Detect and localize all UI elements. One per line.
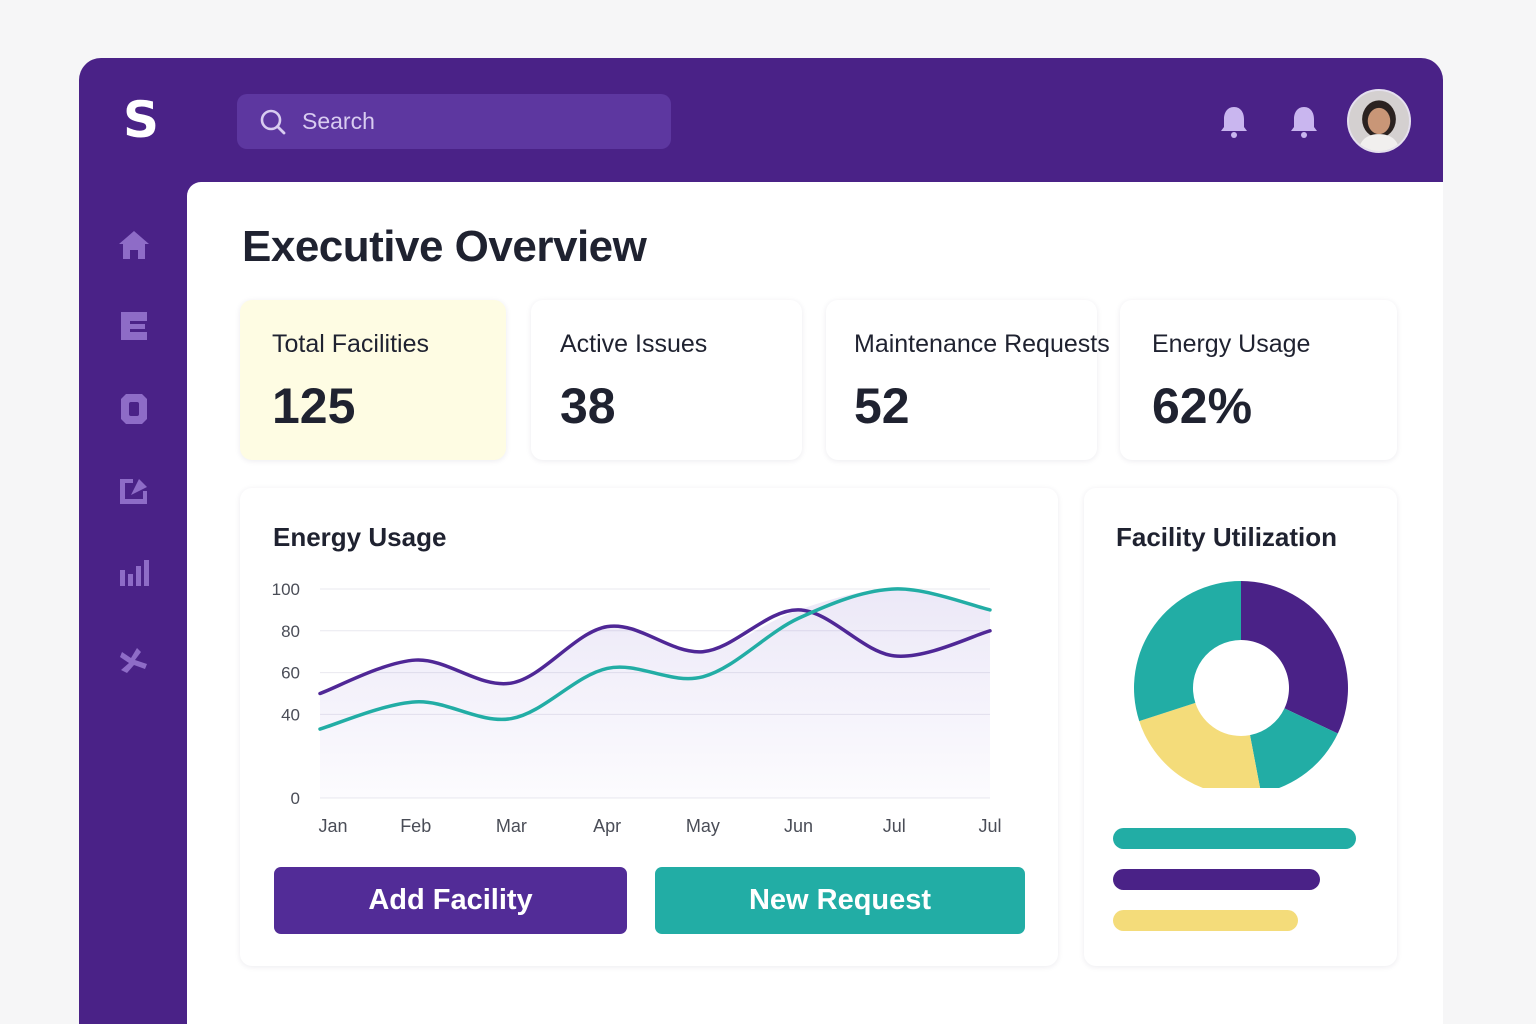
energy-usage-card: Energy Usage 0 40 60 80 100 Jan Feb Mar Apr May Ju… <box>240 488 1058 966</box>
y-tick-label: 100 <box>272 580 300 599</box>
analytics-icon[interactable] <box>117 556 151 590</box>
donut-slice-2[interactable] <box>1139 702 1261 788</box>
y-tick-label: 60 <box>281 664 300 683</box>
donut-slice-3[interactable] <box>1134 581 1241 722</box>
reports-icon[interactable] <box>117 473 151 507</box>
stat-label: Energy Usage <box>1152 330 1311 358</box>
new-request-button[interactable]: New Request <box>655 867 1025 934</box>
x-tick-label: Jul <box>883 816 906 836</box>
stat-value: 62% <box>1152 378 1253 434</box>
x-tick-label: Apr <box>593 816 621 836</box>
donut-slice-0[interactable] <box>1241 581 1348 734</box>
stat-card-total-facilities[interactable]: Total Facilities 125 <box>240 300 506 460</box>
stat-value: 52 <box>854 378 910 434</box>
home-icon[interactable] <box>117 228 151 262</box>
x-tick-label: Mar <box>496 816 527 836</box>
x-tick-label: Jan <box>318 816 347 836</box>
stat-label: Maintenance Requests <box>854 330 1110 358</box>
facility-utilization-card: Facility Utilization <box>1084 488 1397 966</box>
search-icon <box>260 109 286 134</box>
search-input[interactable]: Search <box>302 108 375 135</box>
app-logo[interactable]: S <box>123 94 163 146</box>
x-tick-label: May <box>686 816 720 836</box>
main-content: Executive Overview Total Facilities 125 … <box>187 182 1443 1024</box>
bell-icon[interactable] <box>1218 104 1250 140</box>
app-window: S Search Executive Overview Total Facili… <box>79 58 1443 1024</box>
stat-card-energy-usage[interactable]: Energy Usage 62% <box>1120 300 1397 460</box>
stat-card-active-issues[interactable]: Active Issues 38 <box>531 300 802 460</box>
stat-card-maintenance-requests[interactable]: Maintenance Requests 52 <box>826 300 1110 460</box>
utilization-bar-0 <box>1113 828 1356 849</box>
x-tick-label: Jun <box>784 816 813 836</box>
page-title: Executive Overview <box>242 222 647 271</box>
y-tick-label: 40 <box>281 705 300 724</box>
stat-label: Total Facilities <box>272 330 429 358</box>
utilization-bar-1 <box>1113 869 1320 890</box>
search-bar[interactable]: Search <box>237 94 671 149</box>
stat-value: 125 <box>272 378 356 434</box>
avatar-icon <box>1349 91 1409 151</box>
x-tick-label: Feb <box>400 816 431 836</box>
utilization-bar-2 <box>1113 910 1298 931</box>
user-avatar[interactable] <box>1347 89 1411 153</box>
bell-icon[interactable] <box>1288 104 1320 140</box>
y-tick-label: 80 <box>281 622 300 641</box>
device-icon[interactable] <box>117 392 151 426</box>
tools-icon[interactable] <box>117 644 151 678</box>
x-tick-label: Jul <box>978 816 1001 836</box>
add-facility-button[interactable]: Add Facility <box>274 867 627 934</box>
utilization-donut-chart <box>1134 581 1348 788</box>
area-fill <box>320 589 990 798</box>
stat-label: Active Issues <box>560 330 708 358</box>
stat-value: 38 <box>560 378 616 434</box>
building-icon[interactable] <box>117 309 151 343</box>
y-tick-label: 0 <box>291 789 300 808</box>
